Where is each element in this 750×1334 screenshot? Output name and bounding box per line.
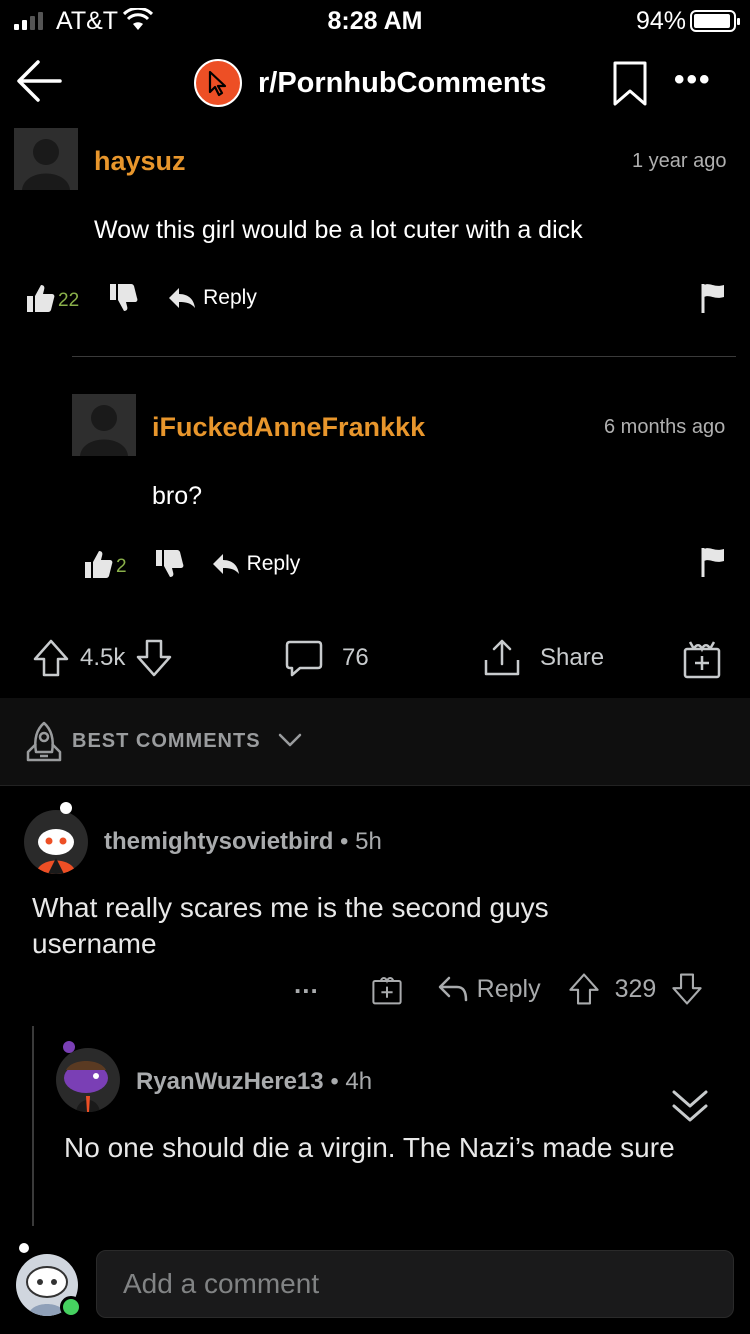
thumbs-up-icon — [27, 285, 55, 312]
comment-meta: RyanWuzHere13 • 4h — [136, 1068, 373, 1095]
reply-icon — [438, 976, 467, 1002]
upvote-icon[interactable] — [32, 638, 70, 678]
comment-body: What really scares me is the second guys… — [32, 892, 549, 959]
default-avatar-icon — [80, 405, 128, 456]
collapse-chevron-icon[interactable] — [670, 1086, 710, 1126]
battery-icon — [690, 10, 740, 32]
post-action-bar: 4.5k 76 Share — [0, 630, 750, 690]
post-header: r/PornhubComments ••• — [0, 44, 750, 124]
downvote-icon[interactable] — [135, 638, 173, 678]
comment-actions: 22 Reply — [24, 282, 257, 314]
comment-bubble-icon — [285, 640, 323, 677]
comment-username: haysuz — [94, 146, 186, 176]
comment-time: 1 year ago — [632, 150, 727, 172]
flag-icon — [701, 284, 724, 313]
comment-composer: Add a comment — [0, 1232, 750, 1334]
snoo-avatar-icon — [36, 829, 76, 874]
reply-link: Reply — [211, 552, 300, 576]
comment-age: 4h — [345, 1068, 373, 1095]
comment-actions: 2 Reply — [82, 548, 300, 580]
comment-username: iFuckedAnneFrankkk — [152, 412, 426, 442]
thumbs-down-icon — [155, 550, 183, 577]
comment-username[interactable]: themightysovietbird — [104, 828, 333, 855]
comment-meta: themightysovietbird • 5h — [104, 828, 382, 855]
comment-body: No one should die a virgin. The Nazi’s m… — [64, 1132, 675, 1163]
comment-time: 6 months ago — [604, 416, 726, 438]
comment-username[interactable]: RyanWuzHere13 — [136, 1068, 324, 1095]
comment-count: 76 — [342, 644, 369, 671]
share-icon — [484, 639, 520, 676]
chevron-down-icon — [278, 733, 302, 747]
bookmark-icon[interactable] — [612, 60, 648, 108]
online-status-dot — [60, 1296, 82, 1318]
comment-text: bro? — [152, 482, 203, 510]
sort-label: BEST COMMENTS — [72, 730, 261, 752]
avatar — [14, 128, 78, 190]
award-icon[interactable] — [371, 972, 403, 1006]
like-count: 2 — [116, 556, 127, 577]
sort-bar[interactable]: BEST COMMENTS — [0, 698, 750, 786]
comments-button[interactable]: 76 — [284, 638, 369, 678]
like-count: 22 — [58, 290, 80, 311]
flag-icon — [701, 548, 724, 577]
reply-icon — [169, 288, 196, 308]
comment-age: 5h — [355, 828, 382, 855]
thumbs-up-icon — [85, 551, 113, 578]
avatar[interactable] — [24, 810, 88, 874]
more-icon[interactable]: ••• — [674, 65, 712, 95]
subreddit-name[interactable]: r/PornhubComments — [258, 67, 546, 100]
reply-button[interactable]: Reply — [437, 975, 541, 1004]
award-icon[interactable] — [682, 638, 722, 680]
post-score: 4.5k — [80, 644, 126, 671]
vote-group: 4.5k — [32, 638, 173, 678]
snoo-antenna-icon — [60, 802, 72, 814]
cursor-icon — [208, 70, 227, 97]
snoo-antenna-icon — [63, 1041, 75, 1053]
comment-text: Wow this girl would be a lot cuter with … — [94, 216, 583, 244]
comment-actions: ... Reply 329 — [294, 969, 704, 1006]
thumbs-down-icon — [110, 284, 138, 311]
thread-line[interactable] — [32, 1026, 34, 1226]
reply-icon — [212, 554, 239, 574]
downvote-icon[interactable] — [670, 972, 704, 1006]
avatar[interactable] — [56, 1048, 120, 1112]
snoo-avatar-icon — [64, 1061, 108, 1112]
divider — [72, 356, 736, 357]
status-bar: AT&T 8:28 AM 94% — [0, 0, 750, 44]
rocket-icon — [26, 721, 62, 762]
reply-link: Reply — [167, 286, 257, 310]
add-comment-input[interactable]: Add a comment — [96, 1250, 734, 1318]
avatar — [72, 394, 136, 456]
subreddit-icon[interactable] — [194, 59, 242, 107]
upvote-icon[interactable] — [567, 972, 601, 1006]
more-options-button[interactable]: ... — [294, 969, 319, 1000]
battery-percent: 94% — [635, 7, 686, 35]
comment-score: 329 — [614, 974, 657, 1003]
snoo-antenna-icon — [19, 1243, 29, 1253]
back-arrow-icon[interactable] — [14, 56, 64, 106]
default-avatar-icon — [22, 139, 70, 190]
share-button[interactable]: Share — [482, 638, 604, 678]
share-label: Share — [540, 644, 605, 671]
